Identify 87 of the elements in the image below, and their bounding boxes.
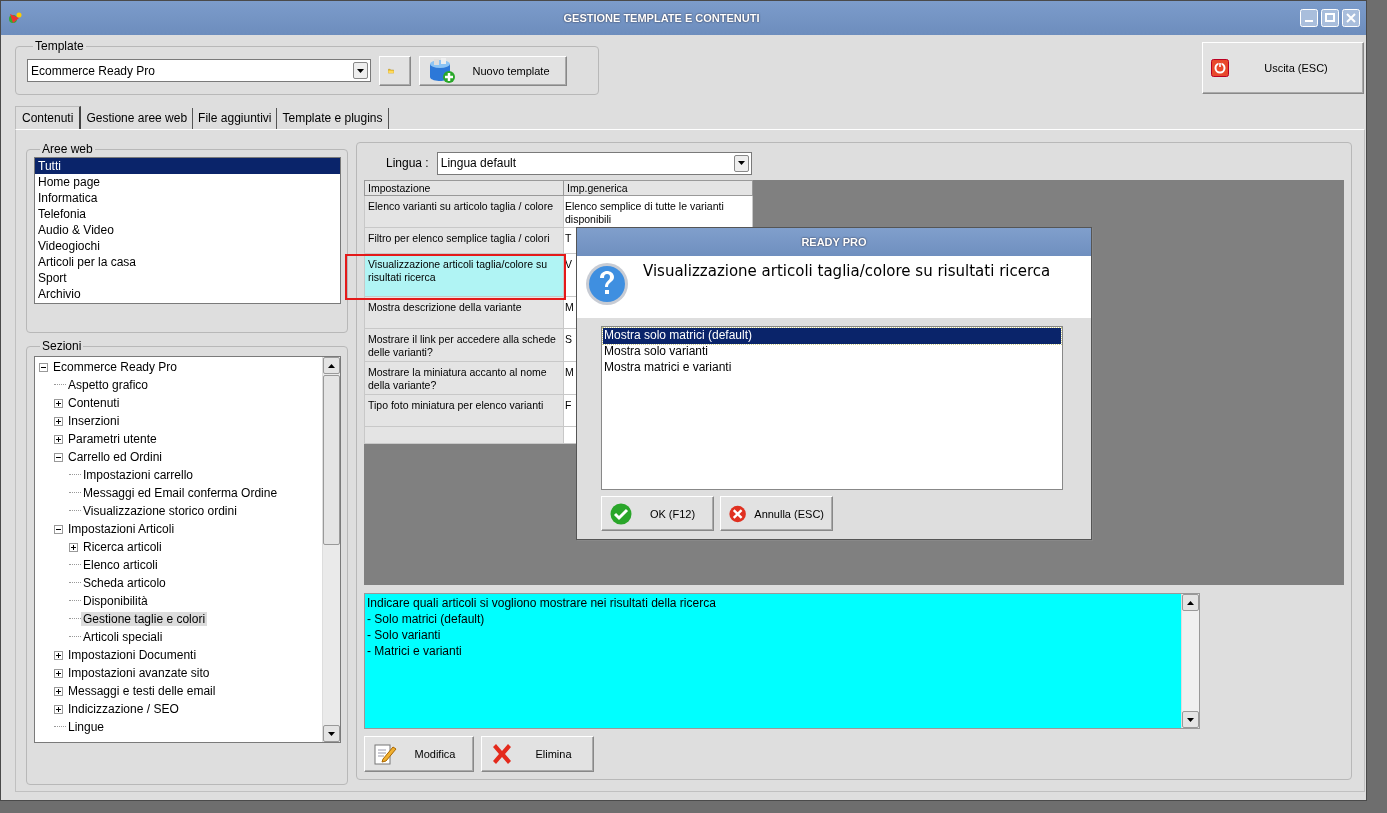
tree-item[interactable]: Messaggi e testi delle email (66, 684, 218, 698)
tab[interactable]: Contenuti (15, 106, 82, 129)
database-plus-icon (428, 57, 456, 84)
scrollbar[interactable] (322, 357, 340, 742)
exit-button[interactable]: Uscita (ESC) (1202, 42, 1364, 94)
list-item[interactable]: Articoli per la casa (35, 254, 340, 270)
scrollbar[interactable] (1181, 594, 1199, 728)
cancel-button[interactable]: Annulla (ESC) (720, 496, 833, 531)
table-cell[interactable]: Tipo foto miniatura per elenco varianti (364, 394, 564, 427)
dropdown-arrow-icon (737, 161, 745, 165)
tree-item[interactable]: Impostazioni Articoli (66, 522, 177, 536)
tree-item[interactable]: Disponibilità (81, 594, 150, 608)
list-item[interactable]: Videogiochi (35, 238, 340, 254)
scroll-up-icon (328, 363, 335, 368)
tree-item[interactable]: Articoli speciali (81, 630, 165, 644)
scroll-down-icon (328, 731, 335, 736)
table-cell[interactable]: Filtro per elenco semplice taglia / colori (364, 227, 564, 254)
expand-icon[interactable] (54, 704, 63, 714)
pencil-note-icon (373, 742, 397, 766)
table-cell[interactable]: Mostrare il link per accedere alla schede delle varianti? (364, 328, 564, 362)
expand-icon[interactable] (54, 398, 63, 408)
tree-item[interactable]: Scheda articolo (81, 576, 168, 590)
window-title: GESTIONE TEMPLATE E CONTENUTI (562, 12, 761, 24)
tree-item[interactable]: Inserzioni (66, 414, 122, 428)
table-cell[interactable]: Mostrare la miniatura accanto al nome della variante? (364, 361, 564, 395)
list-item[interactable]: Audio & Video (35, 222, 340, 238)
dialog-question: Visualizzazione articoli taglia/colore su risultati ricerca (643, 262, 1051, 282)
table-cell[interactable]: Mostra descrizione della variante (364, 296, 564, 329)
list-item[interactable]: Archivio (35, 286, 340, 302)
collapse-icon[interactable] (54, 524, 63, 534)
list-item[interactable]: Mostra matrici e varianti (603, 360, 1061, 376)
column-header: Imp.generica (563, 180, 753, 196)
scroll-up-icon (1187, 600, 1194, 605)
expand-icon[interactable] (69, 542, 78, 552)
dropdown-arrow-icon (357, 68, 364, 73)
tree-item[interactable]: Contenuti (66, 396, 122, 410)
question-icon (585, 262, 629, 306)
tree-item[interactable]: Impostazioni avanzate sito (66, 666, 212, 680)
expand-icon[interactable] (54, 650, 63, 660)
power-icon (1211, 59, 1229, 77)
expand-icon[interactable] (54, 686, 63, 696)
expand-icon[interactable] (54, 668, 63, 678)
tree-item[interactable]: Messaggi ed Email conferma Ordine (81, 486, 280, 500)
group-label: Aree web (41, 142, 94, 156)
table-cell[interactable]: Elenco semplice di tutte le varianti disponibili (563, 195, 753, 228)
tree-item[interactable]: Impostazioni Documenti (66, 648, 199, 662)
language-dropdown[interactable]: Lingua default (436, 151, 752, 175)
tree-item[interactable]: Carrello ed Ordini (66, 450, 165, 464)
list-item[interactable]: Sport (35, 270, 340, 286)
delete-icon (490, 742, 514, 766)
tree-item[interactable]: Aspetto grafico (66, 378, 151, 392)
delete-button[interactable]: Elimina (481, 736, 594, 772)
column-header: Impostazione (364, 180, 564, 196)
scroll-thumb[interactable] (323, 375, 340, 545)
tree-item[interactable]: Gestione taglie e colori (81, 612, 208, 626)
list-item[interactable]: Tutti (35, 158, 340, 174)
tree-item[interactable]: Elenco articoli (81, 558, 160, 572)
list-item[interactable]: Informatica (35, 190, 340, 206)
edit-button[interactable]: Modifica (364, 736, 474, 772)
folder-button[interactable] (379, 55, 411, 86)
group-label: Template (34, 39, 85, 53)
dialog-title: READY PRO (801, 236, 867, 248)
language-label: Lingua : (386, 156, 429, 170)
collapse-icon[interactable] (54, 452, 63, 462)
tree-item[interactable]: Impostazioni carrello (81, 468, 196, 482)
new-template-button[interactable]: Nuovo template (419, 55, 567, 86)
ok-button[interactable]: OK (F12) (601, 496, 714, 531)
tree-item[interactable]: Ricerca articoli (81, 540, 164, 554)
table-cell[interactable]: Visualizzazione articoli taglia/colore su risultati ricerca (364, 253, 564, 297)
list-item[interactable]: Mostra solo varianti (603, 344, 1061, 360)
tree-item[interactable]: Indicizzazione / SEO (66, 702, 181, 716)
tree-item[interactable]: Visualizzazione storico ordini (81, 504, 239, 518)
expand-icon[interactable] (54, 416, 63, 426)
app-icon (7, 11, 23, 25)
table-cell[interactable]: Elenco varianti su articolo taglia / colore (364, 195, 564, 228)
tree-item[interactable]: Ecommerce Ready Pro (51, 360, 180, 374)
scroll-down-icon (1187, 717, 1194, 722)
collapse-icon[interactable] (39, 362, 48, 372)
list-item[interactable]: Mostra solo matrici (default) (603, 328, 1061, 344)
template-dropdown[interactable]: Ecommerce Ready Pro (27, 59, 371, 82)
list-item[interactable]: Home page (35, 174, 340, 190)
group-label: Sezioni (41, 339, 83, 353)
tree-item[interactable]: Parametri utente (66, 432, 159, 446)
list-item[interactable]: Telefonia (35, 206, 340, 222)
check-icon (610, 502, 632, 525)
tree-item[interactable]: Lingue (66, 720, 107, 734)
expand-icon[interactable] (54, 434, 63, 444)
